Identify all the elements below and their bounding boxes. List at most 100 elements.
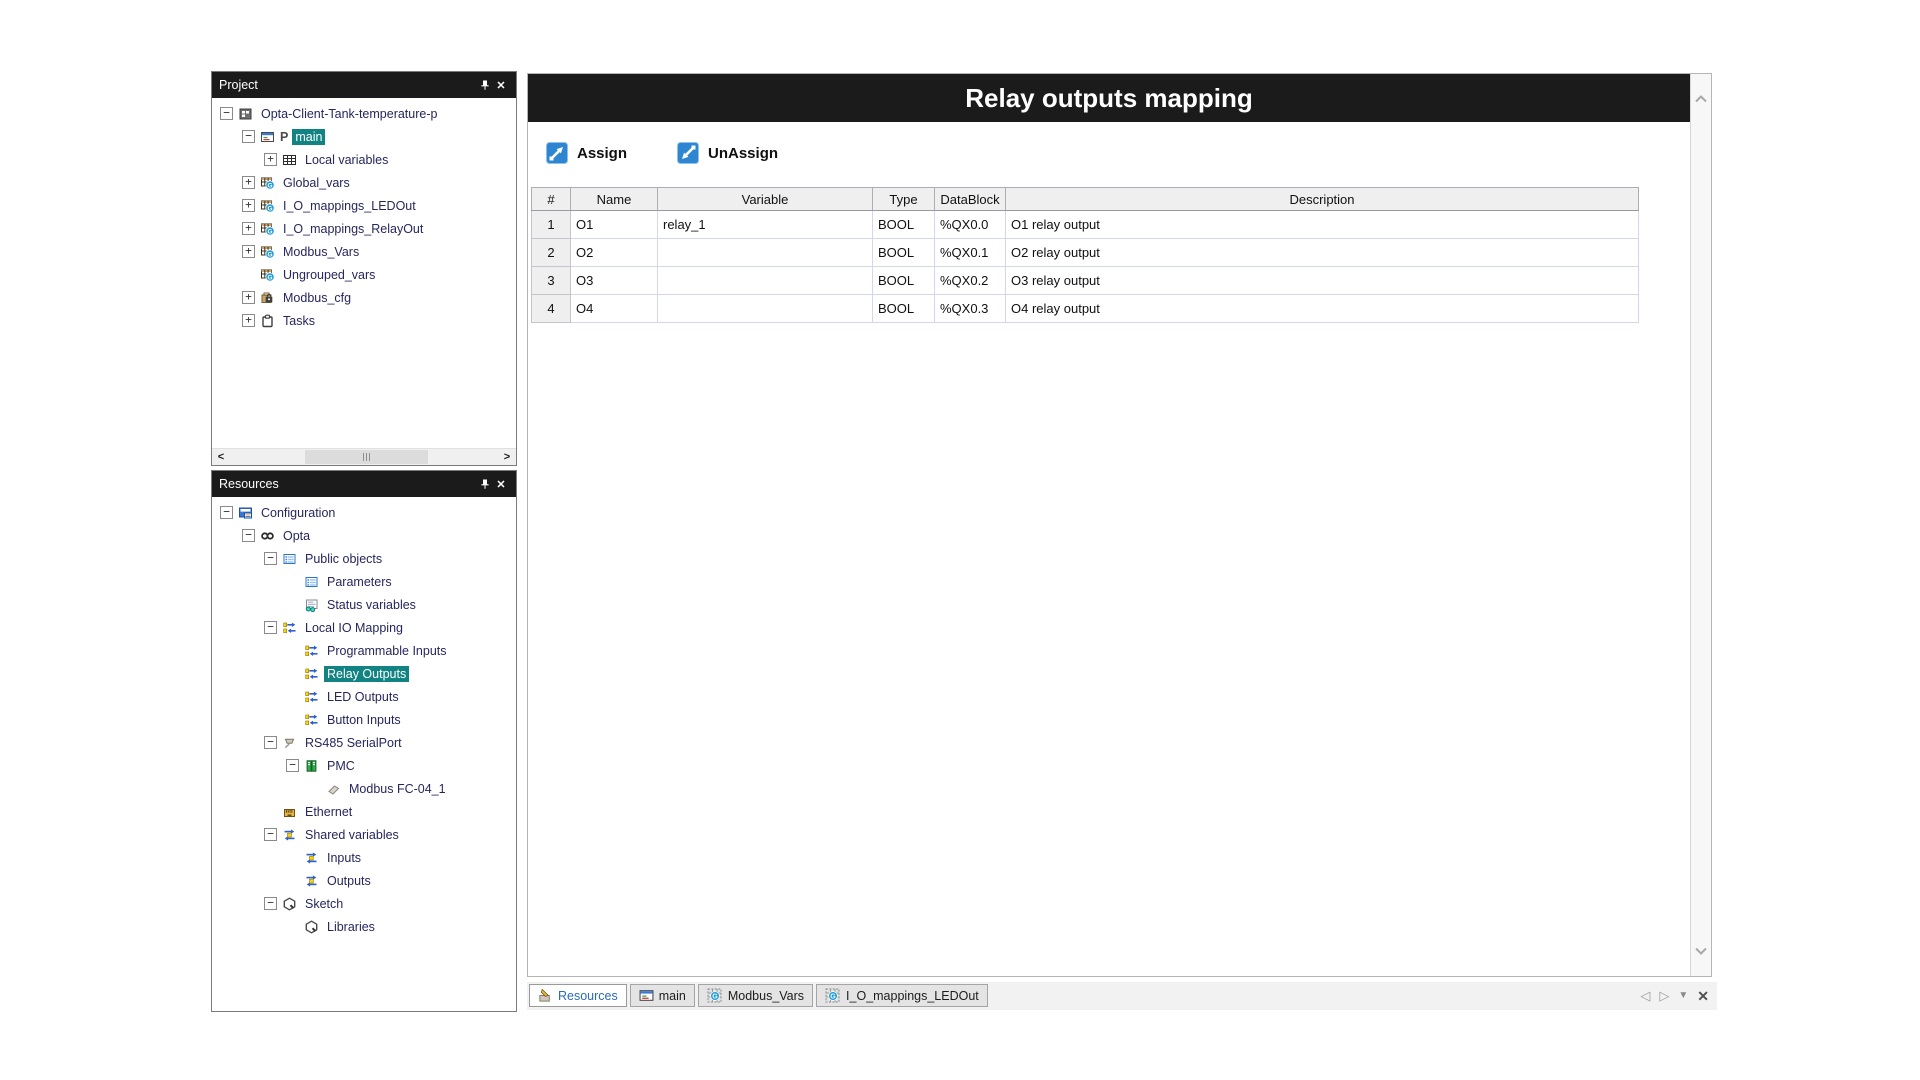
- scroll-up-icon[interactable]: [1695, 90, 1707, 108]
- tree-item-tasks[interactable]: + Tasks: [212, 309, 516, 332]
- description-cell[interactable]: O2 relay output: [1006, 239, 1639, 267]
- tree-item-rs485-serialport[interactable]: − RS485 SerialPort: [212, 731, 516, 754]
- expander-expanded-icon[interactable]: −: [264, 736, 277, 749]
- tree-item-status-variables[interactable]: Status variables: [212, 593, 516, 616]
- tree-item-sketch[interactable]: − Sketch: [212, 892, 516, 915]
- expander-expanded-icon[interactable]: −: [220, 107, 233, 120]
- expander-expanded-icon[interactable]: −: [264, 897, 277, 910]
- scroll-left-arrow-icon[interactable]: <: [212, 449, 230, 465]
- datablock-cell[interactable]: %QX0.0: [935, 211, 1006, 239]
- tab-scroll-right-icon[interactable]: ▷: [1659, 989, 1669, 1002]
- expander-collapsed-icon[interactable]: +: [264, 153, 277, 166]
- tree-item-button-inputs[interactable]: Button Inputs: [212, 708, 516, 731]
- tree-item-public-objects[interactable]: − Public objects: [212, 547, 516, 570]
- scrollbar-track[interactable]: [230, 449, 498, 465]
- expander-expanded-icon[interactable]: −: [286, 759, 299, 772]
- name-cell[interactable]: O4: [571, 295, 658, 323]
- expander-expanded-icon[interactable]: −: [220, 506, 233, 519]
- tree-item-local-variables[interactable]: + Local variables: [212, 148, 516, 171]
- tree-item-modbus-cfg[interactable]: + Modbus_cfg: [212, 286, 516, 309]
- tree-item-ethernet[interactable]: Ethernet: [212, 800, 516, 823]
- tab-resources[interactable]: Resources: [529, 984, 627, 1007]
- expander-expanded-icon[interactable]: −: [264, 621, 277, 634]
- table-row[interactable]: 2 O2 BOOL %QX0.1 O2 relay output: [532, 239, 1639, 267]
- row-num-cell[interactable]: 4: [532, 295, 571, 323]
- tree-item-io-mappings-relayout[interactable]: + G I_O_mappings_RelayOut: [212, 217, 516, 240]
- resources-panel-header: Resources ✕: [212, 471, 516, 497]
- name-cell[interactable]: O1: [571, 211, 658, 239]
- tree-item-led-outputs[interactable]: LED Outputs: [212, 685, 516, 708]
- tree-item-relay-outputs[interactable]: Relay Outputs: [212, 662, 516, 685]
- tree-item-shared-variables[interactable]: − Shared variables: [212, 823, 516, 846]
- name-cell[interactable]: O3: [571, 267, 658, 295]
- pin-icon[interactable]: [477, 77, 493, 93]
- datablock-cell[interactable]: %QX0.1: [935, 239, 1006, 267]
- description-cell[interactable]: O4 relay output: [1006, 295, 1639, 323]
- description-cell[interactable]: O3 relay output: [1006, 267, 1639, 295]
- row-num-cell[interactable]: 3: [532, 267, 571, 295]
- table-row[interactable]: 1 O1 relay_1 BOOL %QX0.0 O1 relay output: [532, 211, 1639, 239]
- tree-item-global-vars[interactable]: + G Global_vars: [212, 171, 516, 194]
- expander-collapsed-icon[interactable]: +: [242, 314, 255, 327]
- tree-item-pmc[interactable]: − PMC: [212, 754, 516, 777]
- tree-item-modbus-fc-04-1[interactable]: Modbus FC-04_1: [212, 777, 516, 800]
- expander-collapsed-icon[interactable]: +: [242, 199, 255, 212]
- type-cell[interactable]: BOOL: [873, 211, 935, 239]
- tree-item-io-mappings-ledout[interactable]: + G I_O_mappings_LEDOut: [212, 194, 516, 217]
- tab-main[interactable]: main: [630, 984, 695, 1007]
- scroll-right-arrow-icon[interactable]: >: [498, 449, 516, 465]
- assign-button[interactable]: Assign: [546, 142, 627, 164]
- variable-cell[interactable]: [658, 239, 873, 267]
- variable-cell[interactable]: [658, 295, 873, 323]
- tree-item-main[interactable]: − P main: [212, 125, 516, 148]
- expander-collapsed-icon[interactable]: +: [242, 245, 255, 258]
- name-cell[interactable]: O2: [571, 239, 658, 267]
- tree-item-label: Shared variables: [302, 827, 402, 843]
- row-num-cell[interactable]: 2: [532, 239, 571, 267]
- vertical-scrollbar[interactable]: [1690, 74, 1711, 976]
- unassign-icon: [677, 142, 699, 164]
- row-num-cell[interactable]: 1: [532, 211, 571, 239]
- type-cell[interactable]: BOOL: [873, 295, 935, 323]
- variable-cell[interactable]: relay_1: [658, 211, 873, 239]
- tab-io-mappings-ledout[interactable]: G I_O_mappings_LEDOut: [816, 984, 988, 1007]
- tree-item-inputs[interactable]: Inputs: [212, 846, 516, 869]
- pin-icon[interactable]: [477, 476, 493, 492]
- tab-scroll-left-icon[interactable]: ◁: [1640, 989, 1650, 1002]
- datablock-cell[interactable]: %QX0.2: [935, 267, 1006, 295]
- tree-item-libraries[interactable]: Libraries: [212, 915, 516, 938]
- type-cell[interactable]: BOOL: [873, 239, 935, 267]
- description-cell[interactable]: O1 relay output: [1006, 211, 1639, 239]
- expander-expanded-icon[interactable]: −: [242, 529, 255, 542]
- expander-collapsed-icon[interactable]: +: [242, 291, 255, 304]
- close-icon[interactable]: ✕: [493, 476, 509, 492]
- tree-item-configuration[interactable]: − Configuration: [212, 501, 516, 524]
- tree-item-project-root[interactable]: − Opta-Client-Tank-temperature-p: [212, 102, 516, 125]
- tree-item-opta[interactable]: − Opta: [212, 524, 516, 547]
- expander-expanded-icon[interactable]: −: [264, 828, 277, 841]
- scrollbar-thumb[interactable]: [305, 450, 428, 464]
- variable-cell[interactable]: [658, 267, 873, 295]
- tree-item-local-io-mapping[interactable]: − Local IO Mapping: [212, 616, 516, 639]
- tree-item-parameters[interactable]: Parameters: [212, 570, 516, 593]
- expander-collapsed-icon[interactable]: +: [242, 176, 255, 189]
- expander-expanded-icon[interactable]: −: [242, 130, 255, 143]
- tree-item-programmable-inputs[interactable]: Programmable Inputs: [212, 639, 516, 662]
- datablock-cell[interactable]: %QX0.3: [935, 295, 1006, 323]
- unassign-button[interactable]: UnAssign: [677, 142, 778, 164]
- tab-modbus-vars[interactable]: G Modbus_Vars: [698, 984, 813, 1007]
- expander-collapsed-icon[interactable]: +: [242, 222, 255, 235]
- type-cell[interactable]: BOOL: [873, 267, 935, 295]
- tab-close-icon[interactable]: ✕: [1697, 989, 1709, 1003]
- close-icon[interactable]: ✕: [493, 77, 509, 93]
- tree-item-ungrouped-vars[interactable]: G Ungrouped_vars: [212, 263, 516, 286]
- sketch-icon: [282, 897, 297, 911]
- table-row[interactable]: 3 O3 BOOL %QX0.2 O3 relay output: [532, 267, 1639, 295]
- global-vars-icon: G: [260, 268, 275, 282]
- table-row[interactable]: 4 O4 BOOL %QX0.3 O4 relay output: [532, 295, 1639, 323]
- tree-item-outputs[interactable]: Outputs: [212, 869, 516, 892]
- expander-expanded-icon[interactable]: −: [264, 552, 277, 565]
- scroll-down-icon[interactable]: [1695, 942, 1707, 960]
- tab-list-dropdown-icon[interactable]: ▼: [1678, 991, 1688, 1001]
- tree-item-modbus-vars[interactable]: + G Modbus_Vars: [212, 240, 516, 263]
